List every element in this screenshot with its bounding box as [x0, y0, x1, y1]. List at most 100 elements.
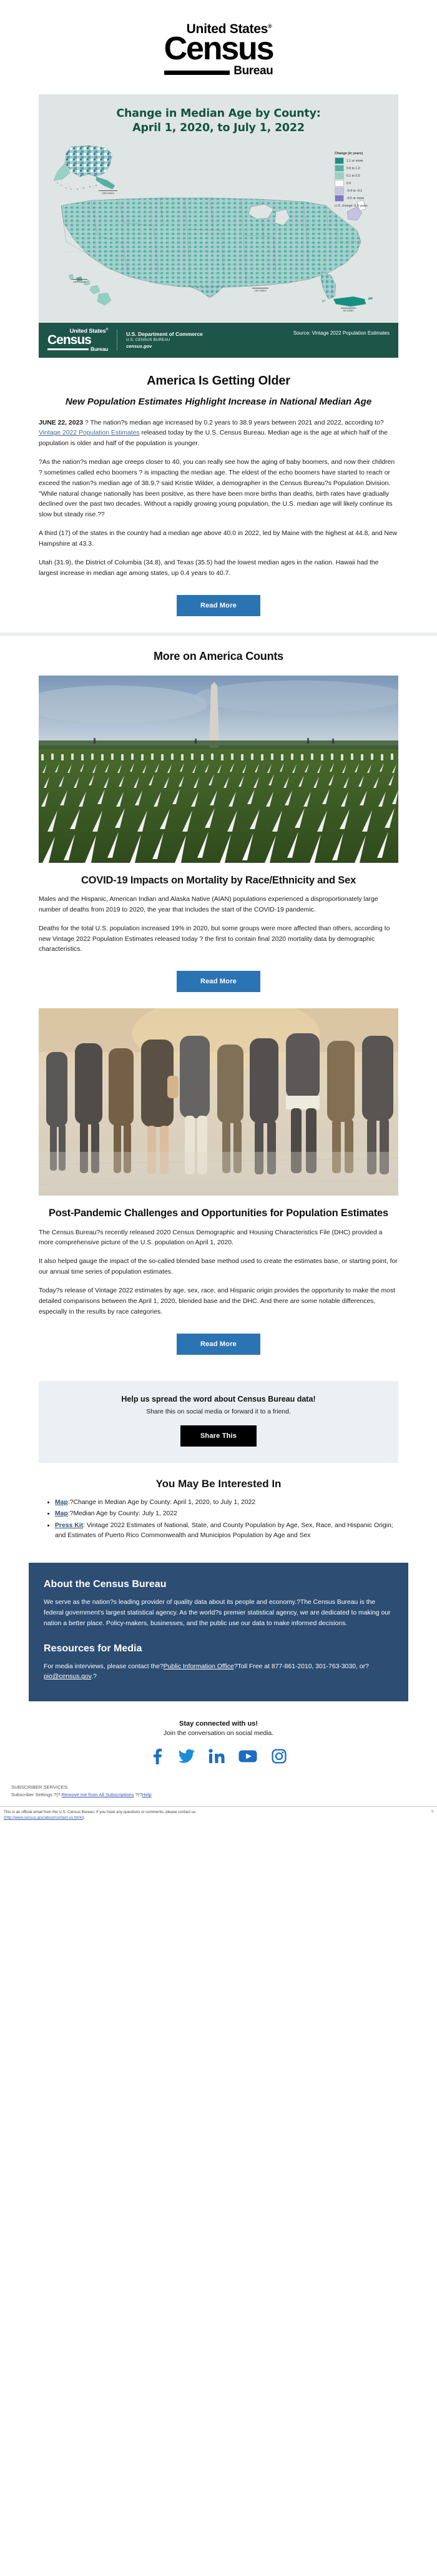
- interested-list: Map:?Change in Median Age by County: Apr…: [39, 1498, 398, 1542]
- legend-title: Change (in years): [335, 152, 363, 156]
- remove-subscriptions-link[interactable]: Remove me from All Subscriptions: [62, 1792, 134, 1797]
- article-paragraph-2: ?As the nation?s median age creeps close…: [39, 459, 395, 519]
- covid-paragraph-1: Males and the Hispanic, American Indian …: [39, 895, 378, 913]
- interested-link-map-median[interactable]: Map: [55, 1510, 68, 1517]
- masthead: United States® Census Bureau: [0, 0, 437, 94]
- resources-body: For media interviews, please contact the…: [44, 1662, 393, 1683]
- legend-item: -0.5 or more: [335, 195, 388, 202]
- map-footer-census-word: Census: [47, 332, 92, 347]
- about-section: About the Census Bureau We serve as the …: [0, 1551, 437, 1702]
- map-card: Change in Median Age by County: April 1,…: [39, 94, 398, 358]
- postpandemic-card-body: The Census Bureau?s recently released 20…: [0, 1228, 437, 1318]
- scalebar-line: [99, 190, 117, 192]
- map-source-note: Source: Vintage 2022 Population Estimate…: [293, 330, 390, 337]
- subscriber-links-row: Subscriber Settings ?|? Remove me from A…: [11, 1791, 426, 1799]
- map-footer-bottom: Bureau: [47, 347, 108, 352]
- postpandemic-read-more-row: Read More: [0, 1326, 437, 1371]
- covid-photo: [39, 675, 398, 863]
- crowd-walking-image: [39, 1008, 398, 1196]
- interested-section: You May Be Interested In Map:?Change in …: [0, 1477, 437, 1552]
- legal-footnote: ? This is an official email from the U.S…: [0, 1807, 437, 1829]
- scalebar-label: 50 Miles: [343, 309, 354, 313]
- lead-article: America Is Getting Older New Population …: [0, 358, 437, 579]
- legend-swatch: [335, 157, 344, 165]
- legend-label: 0.0: [346, 181, 351, 185]
- subscriber-services: SUBSCRIBER SERVICES: Subscriber Settings…: [0, 1781, 437, 1805]
- article-headline: America Is Getting Older: [147, 374, 290, 388]
- article-paragraph-3: A third (17) of the states in the countr…: [39, 530, 398, 548]
- postpandemic-card-title: Post-Pandemic Challenges and Opportuniti…: [48, 1207, 388, 1219]
- share-subtext: Share this on social media or forward it…: [146, 1408, 291, 1415]
- interested-link-press-kit[interactable]: Press Kit: [55, 1522, 83, 1529]
- legend-swatch: [335, 187, 344, 195]
- scalebar-label: 100 Miles: [73, 280, 86, 284]
- list-item: Map:?Change in Median Age by County: Apr…: [55, 1498, 398, 1508]
- interested-text-1: :?Median Age by County: July 1, 2022: [67, 1510, 177, 1518]
- stay-subtext: Join the conversation on social media.: [163, 1730, 274, 1738]
- facebook-icon[interactable]: [150, 1748, 164, 1767]
- email-page: United States® Census Bureau Change in M…: [0, 0, 437, 1829]
- youtube-icon[interactable]: [238, 1749, 257, 1766]
- about-panel: About the Census Bureau We serve as the …: [29, 1563, 408, 1702]
- subscriber-label: SUBSCRIBER SERVICES:: [11, 1784, 69, 1791]
- stay-connected-section: Stay connected with us! Join the convers…: [0, 1701, 437, 1737]
- dept-commerce-line: U.S. Department of Commerce: [126, 330, 203, 337]
- scalebar-lower48: 100 Miles: [252, 288, 268, 292]
- legend-label: 0.6 to 1.0: [346, 166, 360, 170]
- article-paragraph-4: Utah (31.9), the District of Columbia (3…: [39, 559, 379, 577]
- share-section: Help us spread the word about Census Bur…: [0, 1371, 437, 1477]
- share-this-button[interactable]: Share This: [180, 1425, 257, 1447]
- scalebar-alaska: 200 Miles: [99, 190, 117, 195]
- map-legend: Change (in years) 1.1 or more 0.6 to 1.0…: [335, 152, 388, 208]
- read-more-button-article[interactable]: Read More: [176, 594, 261, 616]
- instagram-glyph: [272, 1749, 287, 1764]
- read-more-button-covid[interactable]: Read More: [176, 971, 261, 993]
- stay-heading: Stay connected with us!: [179, 1720, 258, 1728]
- linkedin-icon[interactable]: [209, 1749, 225, 1767]
- about-body: We serve as the nation?s leading provide…: [44, 1599, 391, 1627]
- resources-text-b: ?Toll Free at 877-861-2010, 301-763-3030…: [233, 1663, 369, 1670]
- scalebar-hawaii: 100 Miles: [71, 279, 87, 283]
- article-paragraph-1: JUNE 22, 2023 ? The nation?s median age …: [39, 418, 398, 450]
- legal-corner-mark: ?: [431, 1809, 433, 1814]
- scalebar-label: 100 Miles: [254, 289, 267, 293]
- twitter-icon[interactable]: [178, 1749, 195, 1767]
- map-title-line2: April 1, 2020, to July 1, 2022: [132, 121, 305, 134]
- public-information-office-link[interactable]: Public Information Office: [164, 1663, 234, 1670]
- map-footer-rule: [47, 348, 89, 351]
- scalebar-puerto-rico: 50 Miles: [341, 308, 356, 312]
- legend-swatch: [335, 180, 344, 187]
- instagram-icon[interactable]: [272, 1749, 287, 1767]
- scalebar-line: [71, 279, 87, 280]
- legend-item: -0.4 to -0.1: [335, 187, 388, 195]
- covid-memorial-flags-image: [39, 675, 398, 863]
- dept-bureau-line: U.S. CENSUS BUREAU: [126, 338, 170, 342]
- logo-census-word: Census: [164, 31, 275, 67]
- about-title: About the Census Bureau: [44, 1579, 167, 1590]
- help-link[interactable]: Help: [142, 1792, 152, 1797]
- more-section-title: More on America Counts: [154, 649, 283, 662]
- census-logo: United States® Census Bureau: [164, 22, 275, 77]
- vintage-2022-link[interactable]: Vintage 2022 Population Estimates: [39, 430, 140, 436]
- legend-label: 1.1 or more: [346, 159, 363, 163]
- interested-title: You May Be Interested In: [155, 1477, 282, 1490]
- map-title: Change in Median Age by County: April 1,…: [39, 104, 398, 140]
- legend-swatch: [335, 172, 344, 180]
- contact-us-link[interactable]: (http://www.census.gov/about/contact-us.…: [4, 1816, 83, 1820]
- article-subhead: New Population Estimates Highlight Incre…: [65, 396, 372, 408]
- postpandemic-paragraph-1: The Census Bureau?s recently released 20…: [39, 1229, 383, 1247]
- list-item: Press Kit: Vintage 2022 Estimates of Nat…: [55, 1521, 398, 1541]
- pio-email-link[interactable]: pio@census.gov: [44, 1673, 91, 1680]
- legend-swatch: [335, 195, 344, 202]
- postpandemic-photo: [39, 1008, 398, 1196]
- interested-link-map-change[interactable]: Map: [55, 1499, 68, 1506]
- postpandemic-paragraph-2: It also helped gauge the impact of the s…: [39, 1258, 398, 1276]
- interested-text-0: :?Change in Median Age by County: April …: [67, 1498, 256, 1506]
- covid-card-title: COVID-19 Impacts on Mortality by Race/Et…: [81, 874, 356, 886]
- youtube-glyph: [238, 1750, 257, 1762]
- dept-website-line: census.gov: [126, 343, 152, 349]
- map-figure: Change (in years) 1.1 or more 0.6 to 1.0…: [39, 140, 398, 323]
- interested-text-2: : Vintage 2022 Estimates of National, St…: [55, 1522, 393, 1540]
- subscriber-sep-1: ?|?: [52, 1792, 62, 1798]
- read-more-button-postpandemic[interactable]: Read More: [176, 1333, 261, 1355]
